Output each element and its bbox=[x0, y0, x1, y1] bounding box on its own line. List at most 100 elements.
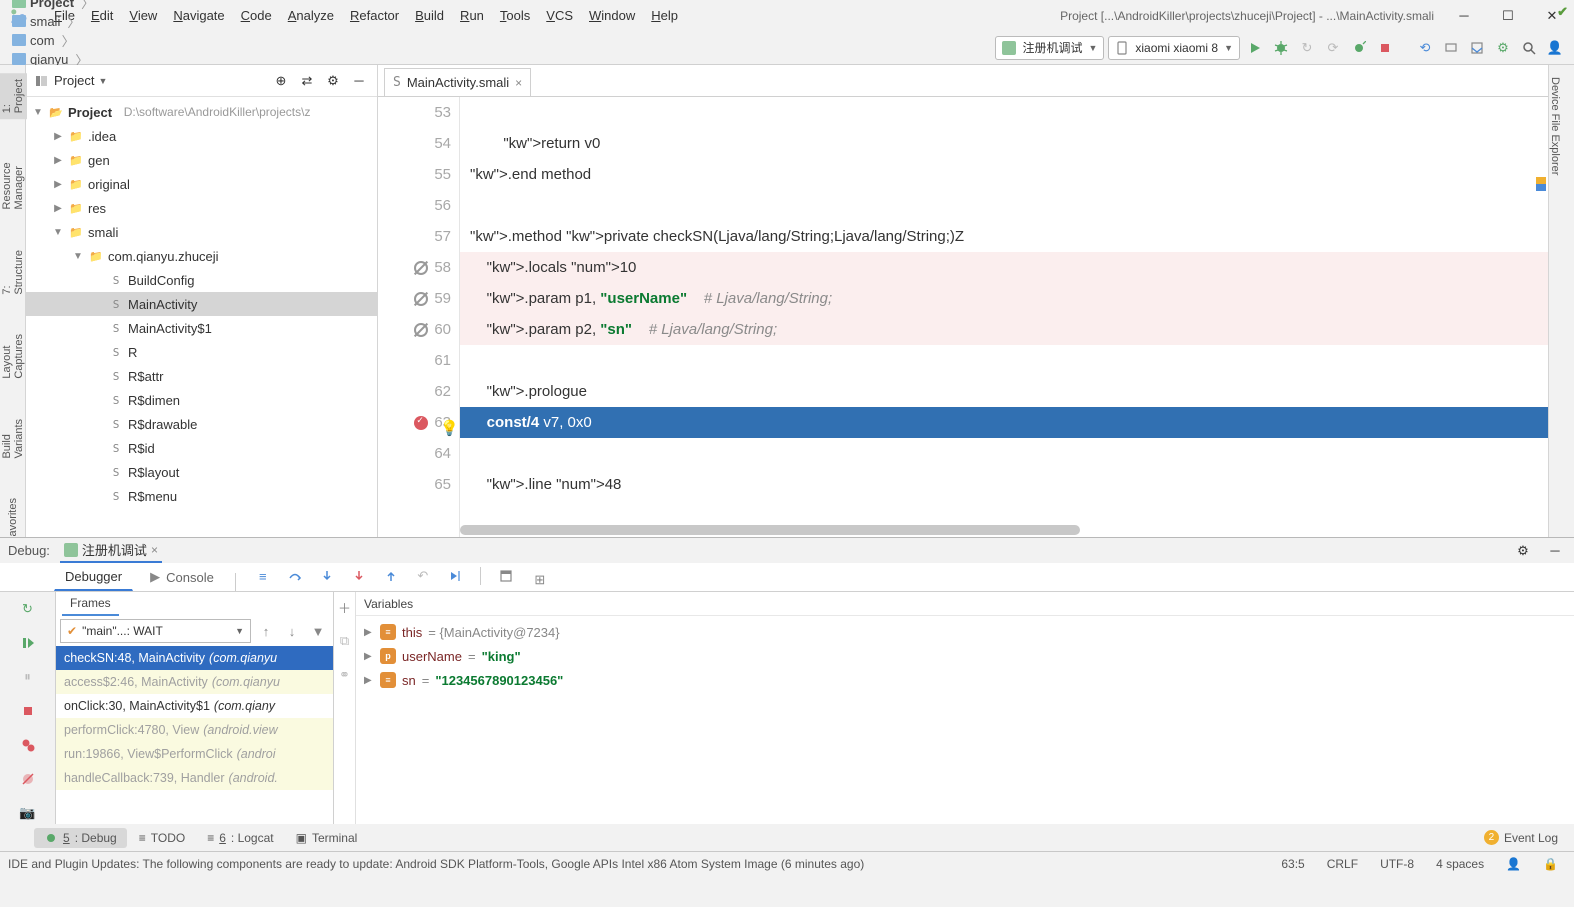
strip-structure[interactable]: 7: Structure bbox=[1, 250, 25, 295]
locate-button[interactable]: ⊕ bbox=[271, 71, 291, 91]
avd-button[interactable] bbox=[1440, 37, 1462, 59]
device-selector[interactable]: xiaomi xiaomi 8 ▼ bbox=[1108, 36, 1240, 60]
tree-node--idea[interactable]: ▶📁.idea bbox=[26, 124, 377, 148]
code-line-65[interactable]: "kw">.line "num">48 bbox=[460, 469, 1548, 500]
run-button[interactable] bbox=[1244, 37, 1266, 59]
frame-item[interactable]: onClick:30, MainActivity$1(com.qiany bbox=[56, 694, 333, 718]
menu-window[interactable]: Window bbox=[581, 8, 643, 23]
gutter[interactable]: 53545556575859606162636465 bbox=[378, 97, 460, 537]
expand-button[interactable]: ⇄ bbox=[297, 71, 317, 91]
code-line-57[interactable]: "kw">.method "kw">private checkSN(Ljava/… bbox=[460, 221, 1548, 252]
debug-settings-button[interactable]: ⚙ bbox=[1512, 540, 1534, 562]
maximize-button[interactable]: ☐ bbox=[1500, 8, 1516, 24]
bottom-tab-eventlog[interactable]: 2Event Log bbox=[1474, 827, 1568, 848]
tree-node-r-menu[interactable]: SR$menu bbox=[26, 484, 377, 508]
frame-filter-button[interactable]: ▼ bbox=[307, 620, 329, 642]
new-watch-button[interactable]: ＋ bbox=[334, 596, 356, 618]
var-userName[interactable]: ▶puserName = "king" bbox=[356, 644, 1574, 668]
var-this[interactable]: ▶≡this = {MainActivity@7234} bbox=[356, 620, 1574, 644]
hector-icon[interactable]: 👤 bbox=[1498, 857, 1529, 871]
tree-node-r-layout[interactable]: SR$layout bbox=[26, 460, 377, 484]
run-to-cursor-button[interactable] bbox=[444, 565, 466, 587]
step-out-button[interactable] bbox=[380, 565, 402, 587]
breadcrumb-smali[interactable]: smali〉 bbox=[8, 12, 130, 31]
editor-tab-mainactivity[interactable]: S MainActivity.smali × bbox=[384, 68, 531, 96]
tree-node-r-dimen[interactable]: SR$dimen bbox=[26, 388, 377, 412]
step-over-button[interactable] bbox=[284, 565, 306, 587]
debug-button[interactable] bbox=[1270, 37, 1292, 59]
menu-vcs[interactable]: VCS bbox=[538, 8, 581, 23]
code-line-59[interactable]: "kw">.param p1, "userName" # Ljava/lang/… bbox=[460, 283, 1548, 314]
tree-node-gen[interactable]: ▶📁gen bbox=[26, 148, 377, 172]
frame-item[interactable]: run:19866, View$PerformClick(androi bbox=[56, 742, 333, 766]
code-line-61[interactable] bbox=[460, 345, 1548, 376]
file-encoding[interactable]: UTF-8 bbox=[1372, 857, 1422, 871]
bottom-tab-debug[interactable]: 5: 5: DebugDebug bbox=[34, 828, 127, 848]
console-tab[interactable]: ▶Console bbox=[139, 563, 225, 591]
frame-item[interactable]: handleCallback:739, Handler(android. bbox=[56, 766, 333, 790]
sync-button[interactable]: ⟲ bbox=[1414, 37, 1436, 59]
line-separator[interactable]: CRLF bbox=[1319, 857, 1366, 871]
tree-node-res[interactable]: ▶📁res bbox=[26, 196, 377, 220]
menu-tools[interactable]: Tools bbox=[492, 8, 538, 23]
strip-favorites[interactable]: avorites bbox=[7, 498, 19, 537]
code-line-54[interactable]: "kw">return v0 bbox=[460, 128, 1548, 159]
code-line-64[interactable] bbox=[460, 438, 1548, 469]
tree-node-smali[interactable]: ▼📁smali bbox=[26, 220, 377, 244]
layout-settings-button[interactable]: ⊞ bbox=[529, 569, 551, 591]
frame-up-button[interactable]: ↑ bbox=[255, 620, 277, 642]
drop-frame-button[interactable]: ↶ bbox=[412, 565, 434, 587]
evaluate-button[interactable] bbox=[495, 565, 517, 587]
menu-refactor[interactable]: Refactor bbox=[342, 8, 407, 23]
strip-resource-manager[interactable]: Resource Manager bbox=[1, 159, 25, 209]
menu-run[interactable]: Run bbox=[452, 8, 492, 23]
copy-button[interactable]: ⧉ bbox=[334, 630, 356, 652]
menu-navigate[interactable]: Navigate bbox=[165, 8, 232, 23]
search-button[interactable] bbox=[1518, 37, 1540, 59]
run-config-selector[interactable]: 注册机调试 ▼ bbox=[995, 36, 1104, 60]
breadcrumb-com[interactable]: com〉 bbox=[8, 31, 130, 50]
breadcrumb-project[interactable]: Project〉 bbox=[8, 0, 130, 12]
menu-help[interactable]: Help bbox=[643, 8, 686, 23]
bottom-tab-todo[interactable]: ≡TODO bbox=[129, 828, 195, 848]
minimize-button[interactable]: ─ bbox=[1456, 8, 1472, 24]
debug-hide-button[interactable]: ─ bbox=[1544, 540, 1566, 562]
strip-layout-captures[interactable]: Layout Captures bbox=[1, 334, 25, 379]
frame-list[interactable]: checkSN:48, MainActivity(com.qianyuacces… bbox=[56, 646, 333, 824]
link-button[interactable]: ⚭ bbox=[334, 664, 356, 686]
tree-node-r-attr[interactable]: SR$attr bbox=[26, 364, 377, 388]
var-sn[interactable]: ▶≡sn = "1234567890123456" bbox=[356, 668, 1574, 692]
gradle-button[interactable]: ⚙ bbox=[1492, 37, 1514, 59]
frame-down-button[interactable]: ↓ bbox=[281, 620, 303, 642]
project-root[interactable]: ▼📂 Project D:\software\AndroidKiller\pro… bbox=[26, 100, 377, 124]
hide-button[interactable]: ─ bbox=[349, 71, 369, 91]
frame-item[interactable]: access$2:46, MainActivity(com.qianyu bbox=[56, 670, 333, 694]
user-button[interactable]: 👤 bbox=[1544, 37, 1566, 59]
horizontal-scrollbar[interactable] bbox=[460, 525, 1080, 535]
error-stripe[interactable] bbox=[1534, 97, 1548, 537]
pause-button[interactable]: ⏸ bbox=[17, 666, 39, 688]
attach-button[interactable] bbox=[1348, 37, 1370, 59]
tree-node-r-id[interactable]: SR$id bbox=[26, 436, 377, 460]
code-line-55[interactable]: "kw">.end method bbox=[460, 159, 1548, 190]
project-view-selector[interactable]: Project ▼ bbox=[54, 73, 107, 88]
code-line-60[interactable]: "kw">.param p2, "sn" # Ljava/lang/String… bbox=[460, 314, 1548, 345]
code-line-62[interactable]: "kw">.prologue bbox=[460, 376, 1548, 407]
code-line-58[interactable]: "kw">.locals "num">10 bbox=[460, 252, 1548, 283]
frame-item[interactable]: checkSN:48, MainActivity(com.qianyu bbox=[56, 646, 333, 670]
tree-node-mainactivity[interactable]: SMainActivity bbox=[26, 292, 377, 316]
strip-device-file-explorer[interactable]: Device File Explorer bbox=[1549, 65, 1561, 175]
bottom-tab-logcat[interactable]: ≡6: Logcat6: Logcat bbox=[197, 828, 283, 848]
sdk-button[interactable] bbox=[1466, 37, 1488, 59]
thread-selector[interactable]: ✔ "main"...: WAIT ▼ bbox=[60, 619, 251, 643]
force-step-into-button[interactable] bbox=[348, 565, 370, 587]
tree-node-com-qianyu-zhuceji[interactable]: ▼📁com.qianyu.zhuceji bbox=[26, 244, 377, 268]
coverage-button[interactable]: ⟳ bbox=[1322, 37, 1344, 59]
close-tab-button[interactable]: × bbox=[515, 76, 522, 90]
tree-node-mainactivity-1[interactable]: SMainActivity$1 bbox=[26, 316, 377, 340]
pane-settings-button[interactable]: ⚙ bbox=[323, 71, 343, 91]
tree-node-r-drawable[interactable]: SR$drawable bbox=[26, 412, 377, 436]
strip-project[interactable]: 1: Project bbox=[0, 73, 27, 119]
view-breakpoints-button[interactable] bbox=[17, 734, 39, 756]
bottom-tab-terminal[interactable]: ▣Terminal bbox=[286, 828, 368, 848]
